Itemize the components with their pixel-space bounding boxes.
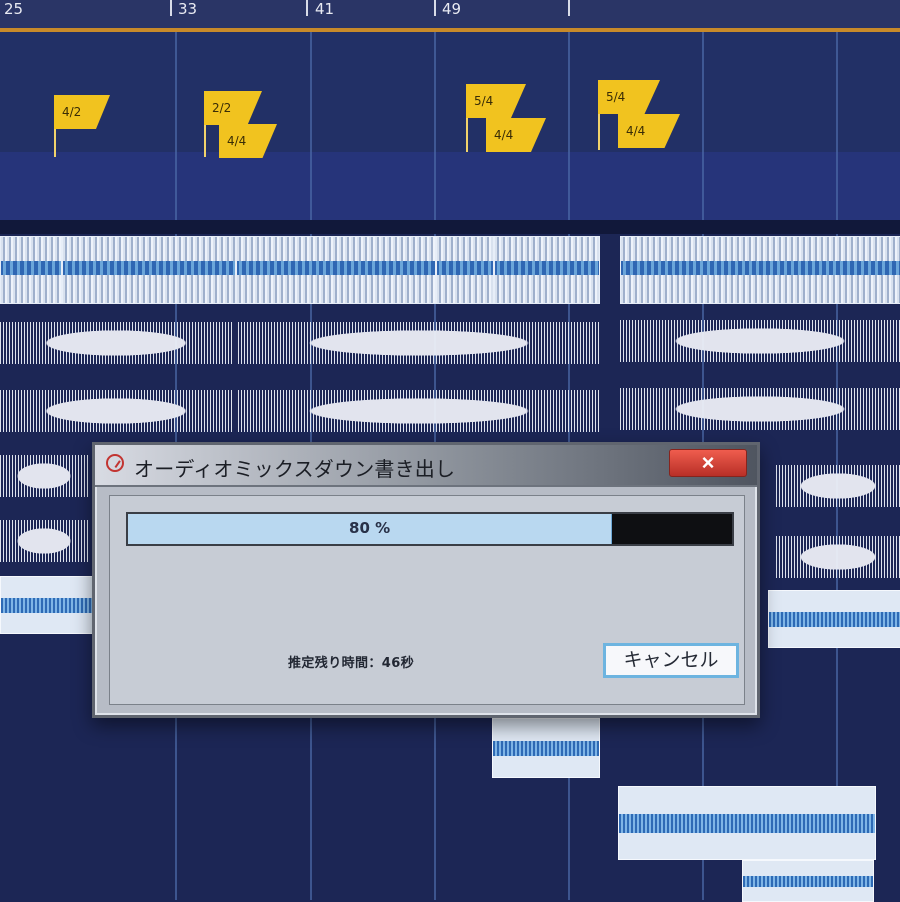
- audio-clip[interactable]: [0, 576, 94, 634]
- mixdown-export-dialog: オーディオミックスダウン書き出し × 80 % 推定残り時間：46秒 キャンセル: [92, 442, 760, 718]
- progress-percentage: 80 %: [349, 519, 391, 537]
- ruler-number: 49: [442, 0, 462, 18]
- timeline-ruler: 25 33 41 49: [0, 0, 900, 32]
- track-separator: [0, 220, 900, 234]
- audio-clip[interactable]: [742, 860, 874, 902]
- audio-clip[interactable]: [492, 718, 600, 778]
- ruler-tick: [170, 0, 172, 16]
- audio-clip[interactable]: [768, 590, 900, 648]
- audio-clip[interactable]: [620, 236, 900, 304]
- ruler-number: 41: [315, 0, 335, 18]
- audio-waveform[interactable]: [238, 322, 600, 364]
- ruler-tick: [568, 0, 570, 16]
- ruler-tick: [434, 0, 436, 16]
- ruler-tick: [306, 0, 308, 16]
- audio-waveform[interactable]: [0, 322, 232, 364]
- ruler-number: 33: [178, 0, 198, 18]
- cancel-button[interactable]: キャンセル: [603, 643, 739, 678]
- cubase-logo-icon: [106, 454, 124, 472]
- audio-waveform[interactable]: [0, 455, 88, 497]
- audio-clip[interactable]: [494, 236, 600, 304]
- audio-clip[interactable]: [436, 236, 494, 304]
- signature-track: [0, 32, 900, 220]
- audio-waveform[interactable]: [620, 388, 900, 430]
- audio-waveform[interactable]: [0, 390, 232, 432]
- audio-waveform[interactable]: [620, 320, 900, 362]
- audio-waveform[interactable]: [238, 390, 600, 432]
- audio-clip[interactable]: [62, 236, 236, 304]
- dialog-title: オーディオミックスダウン書き出し: [134, 457, 456, 481]
- audio-waveform[interactable]: [776, 465, 900, 507]
- audio-clip[interactable]: [618, 786, 876, 860]
- estimated-remaining-time: 推定残り時間：46秒: [288, 656, 415, 671]
- dialog-titlebar[interactable]: オーディオミックスダウン書き出し ×: [95, 445, 757, 487]
- dialog-content: 80 % 推定残り時間：46秒 キャンセル: [109, 495, 745, 705]
- audio-waveform[interactable]: [776, 536, 900, 578]
- audio-waveform[interactable]: [0, 520, 88, 562]
- export-progress-bar: 80 %: [126, 512, 734, 546]
- ruler-number: 25: [4, 0, 24, 18]
- close-button[interactable]: ×: [669, 449, 747, 477]
- audio-clip[interactable]: [236, 236, 436, 304]
- audio-clip[interactable]: [0, 236, 62, 304]
